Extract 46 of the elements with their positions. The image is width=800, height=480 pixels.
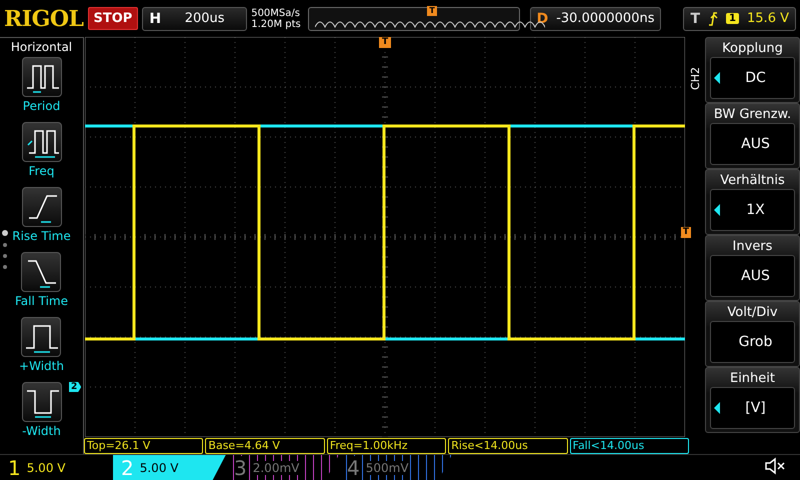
measurement-readout: Base=4.64 V — [205, 438, 325, 454]
trigger-position-marker: T — [427, 6, 437, 16]
measure-button[interactable]: -Width — [22, 382, 62, 447]
trigger-source: 1 — [726, 13, 740, 24]
trigger-level-marker[interactable]: T — [680, 227, 691, 238]
measure-button[interactable]: Period — [22, 57, 62, 122]
menu-value-button[interactable]: AUS — [710, 123, 795, 165]
measure-button[interactable]: +Width — [19, 317, 64, 382]
measurement-readout: Rise<14.00us — [448, 438, 568, 454]
brand-logo: RIGOL — [4, 6, 84, 32]
menu-item-title: Kopplung — [722, 40, 783, 57]
measure-button[interactable]: Fall Time — [14, 252, 68, 317]
period-measure-icon — [22, 57, 62, 97]
sample-rate: 500MSa/s — [251, 8, 301, 18]
measurement-readout: Fall<14.00us — [570, 438, 690, 454]
page-indicator-icon — [2, 230, 8, 270]
timebase-display[interactable]: H 200us — [142, 6, 248, 30]
pwidth-measure-icon — [21, 317, 62, 357]
menu-item-title: Volt/Div — [727, 304, 778, 321]
menu-value-button[interactable]: DC — [710, 57, 795, 99]
channel-offset-marker[interactable]: 2 — [69, 382, 82, 392]
menu-value-button[interactable]: 1X — [710, 189, 795, 231]
delay-display[interactable]: D -30.0000000ns — [530, 6, 662, 30]
memory-depth: 1.20M pts — [251, 18, 302, 30]
measure-button[interactable]: Freq — [22, 122, 62, 187]
measurement-readout: Freq=1.00kHz — [326, 438, 446, 454]
trigger-position-marker: T — [379, 37, 392, 48]
fall-measure-icon — [21, 252, 62, 292]
measurement-readout: Top=26.1 V — [84, 438, 204, 454]
channel-tab[interactable]: 2 5.00 V — [113, 454, 226, 480]
trigger-display[interactable]: T 1 15.6 V — [683, 6, 796, 30]
channel-label: CH2 — [689, 67, 703, 90]
freq-measure-icon — [22, 122, 62, 162]
menu-value-button[interactable]: Grob — [710, 321, 795, 363]
menu-value-button[interactable]: [V] — [710, 387, 795, 429]
menu-item-title: BW Grenzw. — [714, 106, 792, 123]
rise-measure-icon — [22, 187, 62, 227]
run-state-badge[interactable]: STOP — [88, 7, 138, 30]
menu-title: Horizontal — [10, 40, 72, 54]
menu-item-title: Invers — [732, 238, 772, 255]
menu-item-title: Einheit — [730, 370, 775, 387]
measure-button[interactable]: Rise Time — [12, 187, 71, 252]
nwidth-measure-icon — [22, 382, 62, 422]
rising-edge-icon — [708, 12, 718, 26]
menu-value-button[interactable]: AUS — [710, 255, 795, 297]
menu-item-title: Verhältnis — [720, 172, 785, 189]
